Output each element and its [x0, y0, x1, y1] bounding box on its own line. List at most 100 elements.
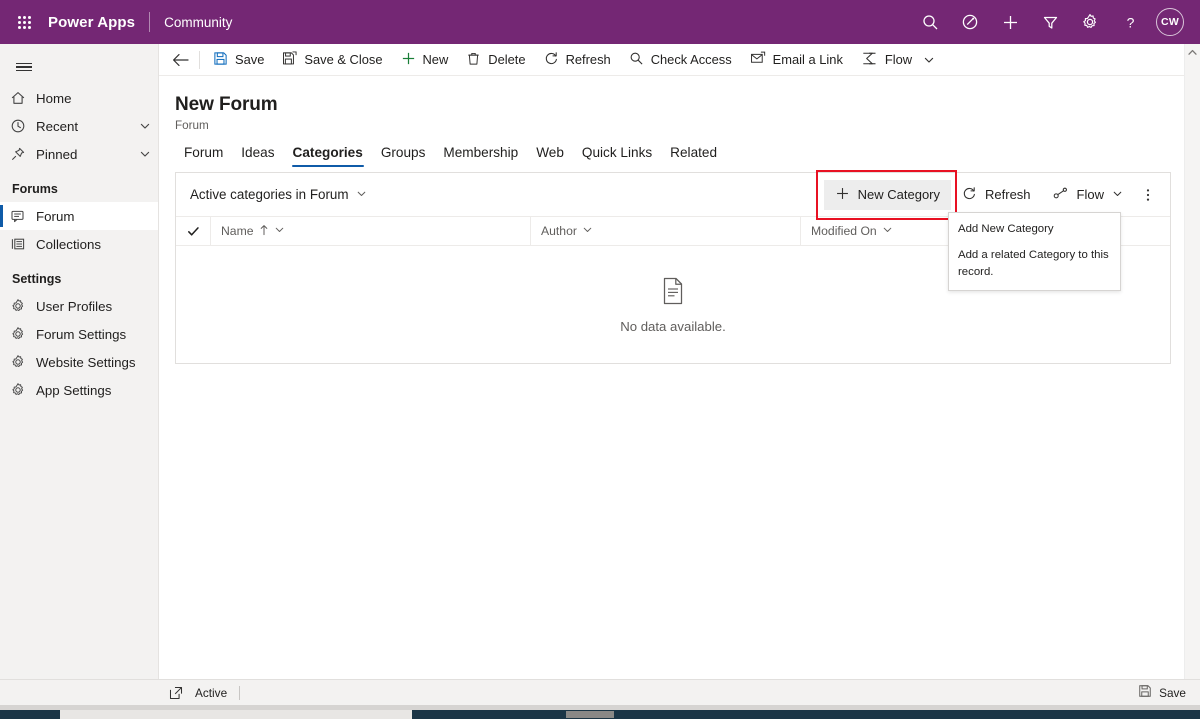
- save-and-close-button[interactable]: Save & Close: [273, 45, 391, 75]
- delete-button-label: Delete: [488, 52, 526, 67]
- sidebar-item-label: Home: [36, 90, 72, 106]
- tab-web[interactable]: Web: [527, 145, 573, 167]
- brand-title[interactable]: Power Apps: [48, 14, 149, 31]
- back-arrow-icon[interactable]: [165, 45, 195, 75]
- gear-icon: [10, 298, 36, 314]
- sidebar-item-label: Forum Settings: [36, 326, 127, 342]
- subgrid-refresh-label: Refresh: [985, 187, 1031, 202]
- chevron-down-icon[interactable]: [132, 148, 158, 160]
- sidebar-item-pinned[interactable]: Pinned: [0, 140, 158, 168]
- tab-categories[interactable]: Categories: [284, 145, 372, 167]
- tab-forum[interactable]: Forum: [175, 145, 232, 167]
- tab-related[interactable]: Related: [661, 145, 726, 167]
- flow-button[interactable]: Flow: [852, 45, 921, 75]
- sidebar-item-home[interactable]: Home: [0, 84, 158, 112]
- refresh-button[interactable]: Refresh: [535, 45, 620, 75]
- gear-icon: [10, 326, 36, 342]
- view-selector[interactable]: Active categories in Forum: [190, 187, 367, 202]
- main-content: Save Save & Close New Delete Refresh Che…: [159, 44, 1200, 693]
- flow-icon: [1053, 186, 1069, 203]
- refresh-button-label: Refresh: [565, 52, 611, 67]
- sidebar-item-label: App Settings: [36, 382, 112, 398]
- svg-text:?: ?: [1126, 14, 1134, 30]
- trash-icon: [466, 51, 481, 69]
- sitemap-toggle-icon[interactable]: [2, 50, 46, 84]
- plus-icon[interactable]: [990, 0, 1030, 44]
- tab-quick-links[interactable]: Quick Links: [573, 145, 661, 167]
- tooltip-title: Add New Category: [958, 223, 1054, 235]
- column-header-name[interactable]: Name: [210, 216, 530, 246]
- sidebar-item-user-profiles[interactable]: User Profiles: [0, 292, 158, 320]
- vertical-scrollbar[interactable]: [1184, 44, 1200, 693]
- column-header-label: Modified On: [811, 224, 877, 238]
- command-bar: Save Save & Close New Delete Refresh Che…: [159, 44, 1200, 76]
- save-and-close-label: Save & Close: [304, 52, 383, 67]
- check-access-button[interactable]: Check Access: [620, 45, 741, 75]
- taskbar-dark-segment-right: [412, 710, 1200, 719]
- search-icon[interactable]: [910, 0, 950, 44]
- chevron-down-icon[interactable]: [274, 224, 285, 238]
- subgrid-header: Active categories in Forum New Category: [176, 169, 1170, 220]
- refresh-icon: [544, 51, 559, 69]
- new-button[interactable]: New: [392, 45, 458, 75]
- sidebar-item-forum[interactable]: Forum: [0, 202, 158, 230]
- status-divider: [239, 685, 241, 700]
- save-icon: [213, 51, 228, 69]
- refresh-icon: [962, 186, 977, 204]
- sidebar-item-app-settings[interactable]: App Settings: [0, 376, 158, 404]
- arrow-up-icon: [259, 224, 269, 239]
- more-vertical-icon[interactable]: [1134, 180, 1162, 210]
- status-badge: Active: [195, 685, 228, 700]
- app-root: Power Apps Community ? CW Home Recent Pi…: [0, 0, 1200, 719]
- flow-chevron-down-icon[interactable]: [921, 45, 941, 75]
- app-launcher-icon[interactable]: [0, 0, 48, 44]
- subgrid-refresh-button[interactable]: Refresh: [951, 180, 1042, 210]
- horizontal-scrollbar-thumb[interactable]: [566, 711, 614, 718]
- sidebar-item-label: Recent: [36, 118, 79, 134]
- pin-icon: [10, 146, 36, 162]
- chevron-down-icon[interactable]: [582, 224, 593, 238]
- footer-save-button[interactable]: Save: [1138, 684, 1190, 701]
- email-a-link-label: Email a Link: [772, 52, 843, 67]
- tooltip-description: Add a related Category to this record.: [958, 249, 1109, 279]
- delete-button[interactable]: Delete: [457, 45, 534, 75]
- footer-left-spacer: [0, 679, 159, 705]
- sidebar-item-label: Collections: [36, 236, 102, 252]
- tab-groups[interactable]: Groups: [372, 145, 435, 167]
- sidebar-item-collections[interactable]: Collections: [0, 230, 158, 258]
- check-access-label: Check Access: [650, 52, 732, 67]
- email-a-link-button[interactable]: Email a Link: [741, 45, 852, 75]
- new-button-label: New: [422, 52, 449, 67]
- caret-up-icon[interactable]: [1185, 44, 1200, 61]
- open-in-new-icon[interactable]: [169, 686, 195, 700]
- app-name-label[interactable]: Community: [150, 15, 232, 30]
- gear-icon[interactable]: [1070, 0, 1110, 44]
- record-header: New Forum Forum: [159, 76, 1200, 132]
- help-icon[interactable]: ?: [1110, 0, 1150, 44]
- save-icon: [1138, 684, 1152, 701]
- document-icon: [661, 277, 685, 310]
- tab-ideas[interactable]: Ideas: [232, 145, 283, 167]
- sidebar-item-label: Website Settings: [36, 354, 136, 370]
- header-actions: ? CW: [910, 0, 1200, 44]
- save-button[interactable]: Save: [204, 45, 273, 75]
- select-all-checkmark-icon[interactable]: [176, 225, 210, 238]
- chevron-down-icon[interactable]: [882, 224, 893, 238]
- sidebar-item-label: Forum: [36, 208, 75, 224]
- new-category-button[interactable]: New Category: [823, 179, 952, 210]
- sidebar: Home Recent Pinned Forums Forum Collecti…: [0, 44, 159, 693]
- command-divider: [199, 50, 200, 69]
- new-category-wrapper: New Category: [815, 169, 958, 220]
- subgrid-flow-button[interactable]: Flow: [1042, 180, 1134, 210]
- sidebar-item-website-settings[interactable]: Website Settings: [0, 348, 158, 376]
- sidebar-item-forum-settings[interactable]: Forum Settings: [0, 320, 158, 348]
- tab-membership[interactable]: Membership: [434, 145, 527, 167]
- column-header-author[interactable]: Author: [530, 216, 800, 246]
- view-selector-label: Active categories in Forum: [190, 187, 349, 202]
- sidebar-item-recent[interactable]: Recent: [0, 112, 158, 140]
- filter-icon[interactable]: [1030, 0, 1070, 44]
- chevron-down-icon[interactable]: [132, 120, 158, 132]
- avatar[interactable]: CW: [1156, 8, 1184, 36]
- plus-icon: [835, 186, 850, 204]
- assistant-icon[interactable]: [950, 0, 990, 44]
